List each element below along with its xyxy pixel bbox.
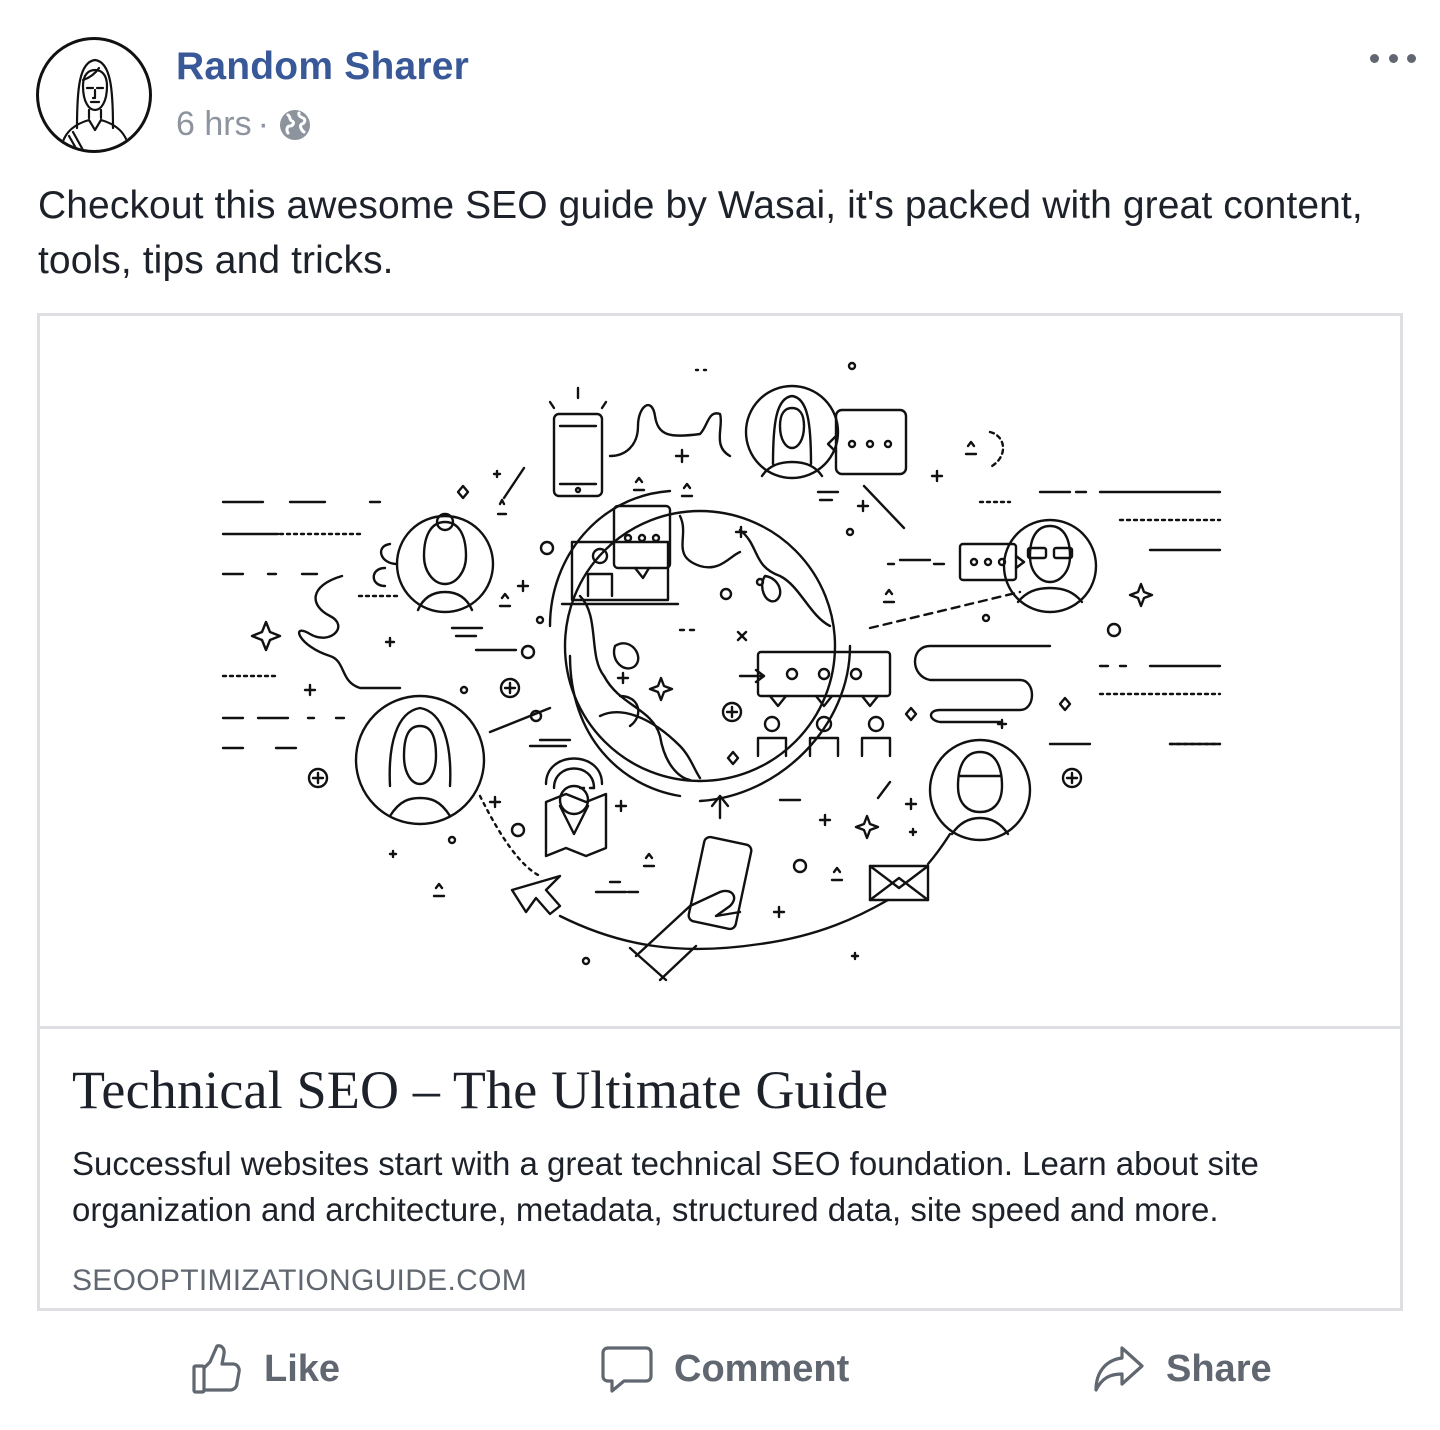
post-timestamp[interactable]: 6 hrs <box>176 105 252 144</box>
post-actions-bar: Like Comment Share <box>0 1318 1440 1422</box>
share-button[interactable]: Share <box>1092 1336 1272 1402</box>
comment-button[interactable]: Comment <box>600 1336 849 1402</box>
author-name[interactable]: Random Sharer <box>176 45 469 89</box>
avatar[interactable] <box>36 37 152 153</box>
share-icon <box>1094 1346 1144 1392</box>
link-preview-body: Technical SEO – The Ultimate Guide Succe… <box>40 1029 1400 1308</box>
more-dot <box>1388 53 1398 63</box>
more-dot <box>1407 53 1416 63</box>
link-domain: SEOOPTIMIZATIONGUIDE.COM <box>72 1264 527 1297</box>
more-options-icon[interactable] <box>1370 43 1416 73</box>
post-header: Random Sharer 6 hrs · <box>36 37 1416 157</box>
meta-separator: · <box>257 105 269 143</box>
post-meta: 6 hrs · <box>176 105 311 144</box>
link-preview-image[interactable] <box>40 316 1400 1029</box>
post-message: Checkout this awesome SEO guide by Wasai… <box>38 184 1363 282</box>
link-title[interactable]: Technical SEO – The Ultimate Guide <box>72 1059 888 1121</box>
thumbs-up-icon <box>192 1344 241 1394</box>
more-dot <box>1370 53 1379 63</box>
comment-icon <box>601 1346 653 1393</box>
seo-network-illustration <box>221 361 1222 982</box>
link-description: Successful websites start with a great t… <box>72 1145 1259 1228</box>
share-label: Share <box>1166 1347 1272 1390</box>
comment-label: Comment <box>674 1347 850 1390</box>
like-button[interactable]: Like <box>190 1336 340 1402</box>
link-preview-card[interactable]: Technical SEO – The Ultimate Guide Succe… <box>37 313 1403 1311</box>
like-label: Like <box>264 1347 341 1390</box>
post: Random Sharer 6 hrs · Checkout this awes… <box>0 0 1440 1430</box>
avatar-illustration <box>59 58 131 150</box>
globe-icon[interactable] <box>279 109 311 141</box>
